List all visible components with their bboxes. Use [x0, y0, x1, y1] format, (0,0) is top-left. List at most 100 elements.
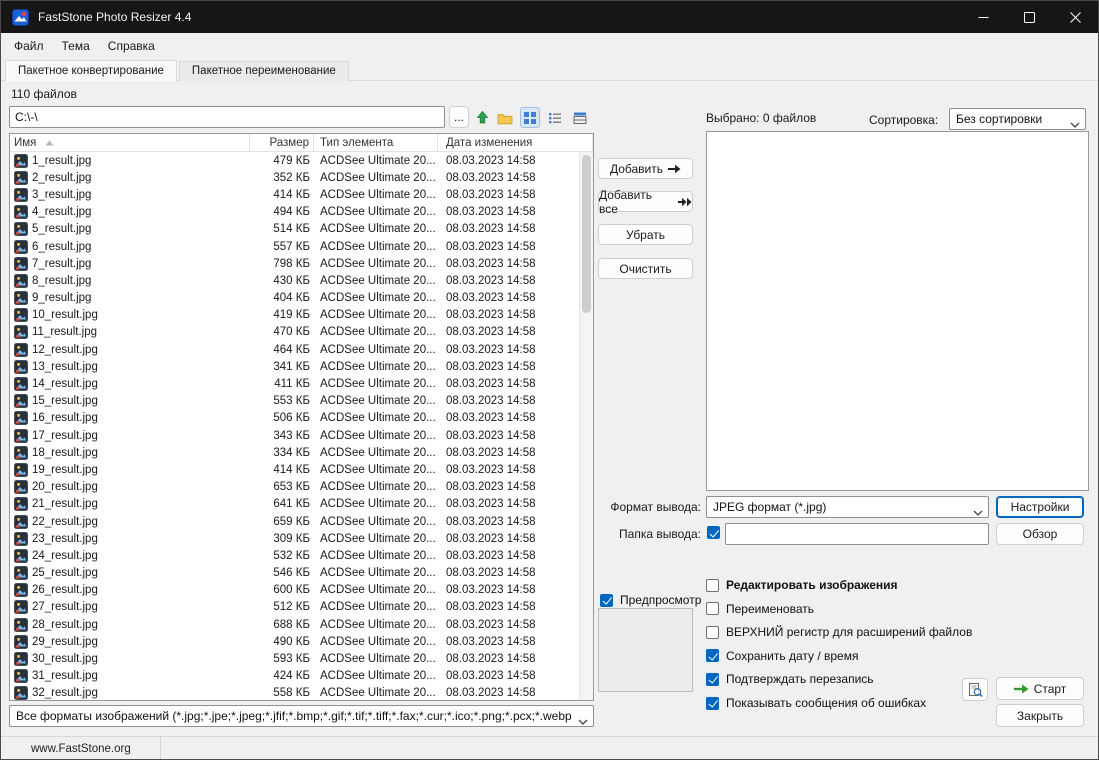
file-date: 08.03.2023 14:58	[438, 258, 579, 270]
table-row[interactable]: 5_result.jpg 514 КБ ACDSee Ultimate 20..…	[10, 221, 579, 238]
preview-checkbox[interactable]	[600, 594, 613, 607]
file-name: 6_result.jpg	[32, 241, 91, 253]
file-name: 24_result.jpg	[32, 550, 98, 562]
table-row[interactable]: 1_result.jpg 479 КБ ACDSee Ultimate 20..…	[10, 152, 579, 169]
start-button[interactable]: Старт	[996, 677, 1084, 700]
file-name: 16_result.jpg	[32, 412, 98, 424]
option-row[interactable]: Показывать сообщения об ошибках	[706, 694, 926, 712]
option-row[interactable]: Редактировать изображения	[706, 576, 898, 594]
table-row[interactable]: 27_result.jpg 512 КБ ACDSee Ultimate 20.…	[10, 599, 579, 616]
table-row[interactable]: 6_result.jpg 557 КБ ACDSee Ultimate 20..…	[10, 238, 579, 255]
option-row[interactable]: ВЕРХНИЙ регистр для расширений файлов	[706, 623, 972, 641]
thumbnail-view-icon	[523, 111, 537, 125]
table-row[interactable]: 26_result.jpg 600 КБ ACDSee Ultimate 20.…	[10, 582, 579, 599]
table-row[interactable]: 24_result.jpg 532 КБ ACDSee Ultimate 20.…	[10, 547, 579, 564]
table-row[interactable]: 29_result.jpg 490 КБ ACDSee Ultimate 20.…	[10, 633, 579, 650]
table-row[interactable]: 32_result.jpg 558 КБ ACDSee Ultimate 20.…	[10, 685, 579, 700]
minimize-button[interactable]	[960, 1, 1006, 33]
table-row[interactable]: 18_result.jpg 334 КБ ACDSee Ultimate 20.…	[10, 444, 579, 461]
column-header-type[interactable]: Тип элемента	[314, 134, 438, 152]
table-row[interactable]: 9_result.jpg 404 КБ ACDSee Ultimate 20..…	[10, 290, 579, 307]
menu-item-1[interactable]: Тема	[53, 35, 99, 57]
menu-item-0[interactable]: Файл	[5, 35, 53, 57]
clear-button[interactable]: Очистить	[598, 258, 693, 279]
file-name: 3_result.jpg	[32, 189, 91, 201]
option-label: Подтверждать перезапись	[726, 672, 874, 686]
browse-path-button[interactable]: ...	[449, 106, 469, 128]
file-list-scrollbar[interactable]	[579, 152, 593, 700]
tab-batch-convert[interactable]: Пакетное конвертирование	[5, 60, 177, 81]
option-row[interactable]: Сохранить дату / время	[706, 647, 858, 665]
option-row[interactable]: Подтверждать перезапись	[706, 670, 874, 688]
close-app-button[interactable]: Закрыть	[996, 704, 1084, 727]
maximize-button[interactable]	[1006, 1, 1052, 33]
table-row[interactable]: 16_result.jpg 506 КБ ACDSee Ultimate 20.…	[10, 410, 579, 427]
sort-select[interactable]: Без сортировки	[949, 108, 1086, 130]
tab-batch-rename[interactable]: Пакетное переименование	[179, 61, 349, 81]
option-checkbox[interactable]	[706, 649, 719, 662]
file-type: ACDSee Ultimate 20...	[314, 550, 438, 562]
format-filter-select[interactable]: Все форматы изображений (*.jpg;*.jpe;*.j…	[9, 705, 594, 727]
file-date: 08.03.2023 14:58	[438, 223, 579, 235]
output-folder-input[interactable]	[725, 523, 989, 545]
target-file-list[interactable]	[706, 131, 1089, 491]
output-format-select[interactable]: JPEG формат (*.jpg)	[706, 496, 989, 518]
table-row[interactable]: 7_result.jpg 798 КБ ACDSee Ultimate 20..…	[10, 255, 579, 272]
thumbnail-view-button[interactable]	[520, 107, 540, 128]
browse-folder-button[interactable]	[495, 107, 515, 128]
file-size: 309 КБ	[250, 533, 314, 545]
option-checkbox[interactable]	[706, 697, 719, 710]
path-input[interactable]	[9, 106, 445, 128]
table-row[interactable]: 22_result.jpg 659 КБ ACDSee Ultimate 20.…	[10, 513, 579, 530]
table-row[interactable]: 11_result.jpg 470 КБ ACDSee Ultimate 20.…	[10, 324, 579, 341]
output-folder-checkbox[interactable]	[707, 526, 720, 539]
option-checkbox[interactable]	[706, 626, 719, 639]
preview-option[interactable]: Предпросмотр	[600, 591, 701, 609]
option-label: Сохранить дату / время	[726, 649, 858, 663]
option-checkbox[interactable]	[706, 602, 719, 615]
add-button[interactable]: Добавить	[598, 158, 693, 179]
settings-button[interactable]: Настройки	[996, 496, 1084, 518]
scrollbar-thumb[interactable]	[582, 155, 591, 313]
table-row[interactable]: 20_result.jpg 653 КБ ACDSee Ultimate 20.…	[10, 479, 579, 496]
table-row[interactable]: 19_result.jpg 414 КБ ACDSee Ultimate 20.…	[10, 461, 579, 478]
table-row[interactable]: 8_result.jpg 430 КБ ACDSee Ultimate 20..…	[10, 272, 579, 289]
table-row[interactable]: 14_result.jpg 411 КБ ACDSee Ultimate 20.…	[10, 375, 579, 392]
browse-output-button[interactable]: Обзор	[996, 523, 1084, 545]
column-header-size[interactable]: Размер	[250, 134, 314, 152]
table-row[interactable]: 4_result.jpg 494 КБ ACDSee Ultimate 20..…	[10, 204, 579, 221]
table-row[interactable]: 13_result.jpg 341 КБ ACDSee Ultimate 20.…	[10, 358, 579, 375]
details-view-icon	[573, 111, 587, 125]
file-size: 414 КБ	[250, 189, 314, 201]
table-row[interactable]: 28_result.jpg 688 КБ ACDSee Ultimate 20.…	[10, 616, 579, 633]
table-row[interactable]: 30_result.jpg 593 КБ ACDSee Ultimate 20.…	[10, 650, 579, 667]
column-header-name[interactable]: Имя	[10, 134, 250, 152]
remove-button[interactable]: Убрать	[598, 224, 693, 245]
details-view-button[interactable]	[570, 107, 590, 128]
option-checkbox[interactable]	[706, 673, 719, 686]
table-row[interactable]: 2_result.jpg 352 КБ ACDSee Ultimate 20..…	[10, 169, 579, 186]
table-row[interactable]: 17_result.jpg 343 КБ ACDSee Ultimate 20.…	[10, 427, 579, 444]
table-row[interactable]: 31_result.jpg 424 КБ ACDSee Ultimate 20.…	[10, 668, 579, 685]
table-row[interactable]: 21_result.jpg 641 КБ ACDSee Ultimate 20.…	[10, 496, 579, 513]
close-button[interactable]	[1052, 1, 1098, 33]
table-row[interactable]: 23_result.jpg 309 КБ ACDSee Ultimate 20.…	[10, 530, 579, 547]
table-row[interactable]: 12_result.jpg 464 КБ ACDSee Ultimate 20.…	[10, 341, 579, 358]
up-folder-button[interactable]	[472, 107, 492, 128]
table-row[interactable]: 3_result.jpg 414 КБ ACDSee Ultimate 20..…	[10, 186, 579, 203]
add-all-button[interactable]: Добавить все	[598, 191, 693, 212]
menu-item-2[interactable]: Справка	[99, 35, 164, 57]
file-size: 659 КБ	[250, 516, 314, 528]
table-row[interactable]: 15_result.jpg 553 КБ ACDSee Ultimate 20.…	[10, 393, 579, 410]
option-checkbox[interactable]	[706, 579, 719, 592]
arrow-right-icon	[668, 164, 681, 174]
file-size: 479 КБ	[250, 155, 314, 167]
file-size: 411 КБ	[250, 378, 314, 390]
table-row[interactable]: 25_result.jpg 546 КБ ACDSee Ultimate 20.…	[10, 565, 579, 582]
table-row[interactable]: 10_result.jpg 419 КБ ACDSee Ultimate 20.…	[10, 307, 579, 324]
preview-result-button[interactable]	[962, 678, 988, 701]
column-header-date[interactable]: Дата изменения	[438, 134, 593, 152]
option-row[interactable]: Переименовать	[706, 600, 814, 618]
file-list-header: Имя Размер Тип элемента Дата изменения	[10, 134, 593, 152]
list-view-button[interactable]	[545, 107, 565, 128]
